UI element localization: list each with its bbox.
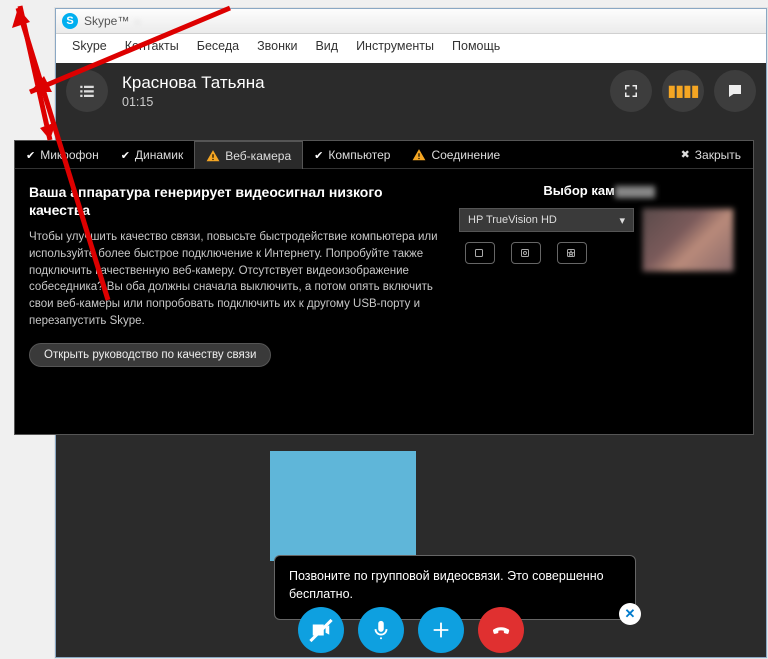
- menu-calls[interactable]: Звонки: [249, 37, 305, 55]
- chat-button[interactable]: [714, 70, 756, 112]
- add-participant-button[interactable]: [418, 607, 464, 653]
- diag-tab-connection-label: Соединение: [431, 148, 500, 162]
- call-controls: [56, 607, 766, 653]
- diag-tab-camera[interactable]: Веб-камера: [194, 141, 303, 169]
- diag-tab-camera-label: Веб-камера: [225, 149, 291, 163]
- hangup-button[interactable]: [478, 607, 524, 653]
- diag-tab-computer-label: Компьютер: [328, 148, 390, 162]
- menu-tools[interactable]: Инструменты: [348, 37, 442, 55]
- diag-tab-connection[interactable]: Соединение: [401, 141, 511, 168]
- camera-select[interactable]: HP TrueVision HD ▾: [459, 208, 634, 232]
- menu-view[interactable]: Вид: [307, 37, 346, 55]
- warning-icon: [412, 148, 426, 162]
- camera-option-button-2[interactable]: [511, 242, 541, 264]
- camera-option-button-1[interactable]: [465, 242, 495, 264]
- camera-option-button-3[interactable]: [557, 242, 587, 264]
- diag-right: Выбор кам HP TrueVision HD ▾: [459, 183, 739, 367]
- diag-tab-computer[interactable]: Компьютер: [303, 141, 401, 168]
- diag-tab-speaker-label: Динамик: [135, 148, 183, 162]
- call-quality-button[interactable]: ▮▮▮▮: [662, 70, 704, 112]
- diag-close-button[interactable]: Закрыть: [669, 141, 753, 168]
- camera-toggle-button[interactable]: [298, 607, 344, 653]
- mic-toggle-button[interactable]: [358, 607, 404, 653]
- camera-select-value: HP TrueVision HD: [468, 214, 557, 226]
- tooltip-text: Позвоните по групповой видеосвязи. Это с…: [289, 569, 604, 601]
- menu-help[interactable]: Помощь: [444, 37, 508, 55]
- camera-section-title: Выбор кам: [459, 183, 739, 198]
- warning-icon: [206, 149, 220, 163]
- annotation-arrow: [0, 0, 130, 325]
- self-video-placeholder: [270, 451, 416, 561]
- fullscreen-button[interactable]: [610, 70, 652, 112]
- diag-close-label: Закрыть: [695, 148, 741, 162]
- open-quality-guide-button[interactable]: Открыть руководство по качеству связи: [29, 343, 271, 367]
- signal-icon: ▮▮▮▮: [667, 81, 698, 101]
- chevron-down-icon: ▾: [619, 214, 625, 227]
- check-icon: [314, 148, 323, 162]
- camera-preview: [642, 208, 734, 272]
